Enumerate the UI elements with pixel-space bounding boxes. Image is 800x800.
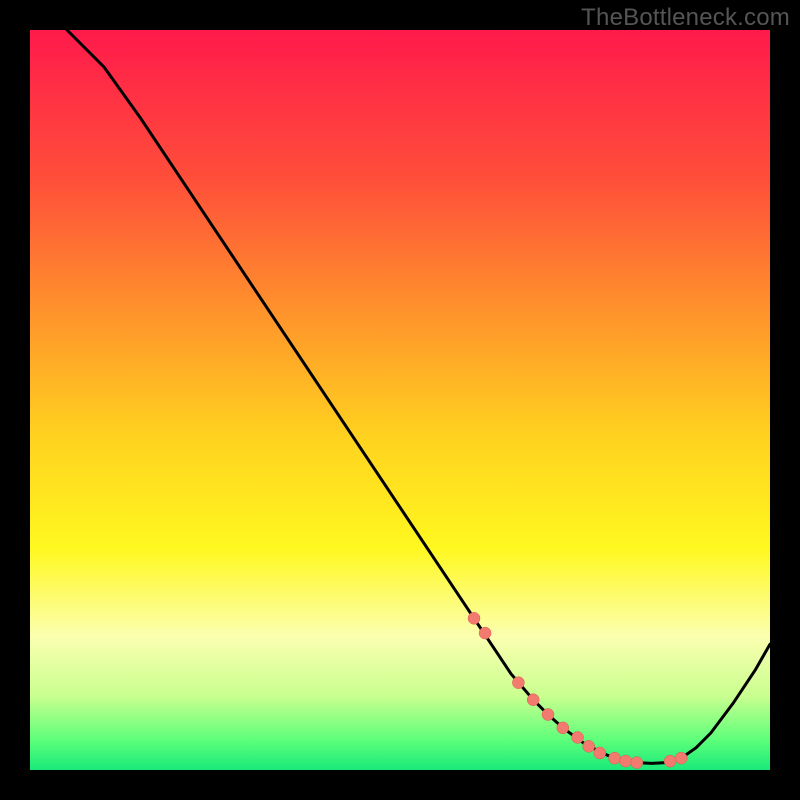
curve-marker [631, 757, 643, 769]
watermark-text: TheBottleneck.com [581, 4, 790, 32]
curve-marker [512, 677, 524, 689]
curve-marker [664, 755, 676, 767]
plot-area [30, 30, 770, 770]
chart-svg [30, 30, 770, 770]
curve-marker [594, 747, 606, 759]
curve-marker [572, 731, 584, 743]
curve-marker [542, 709, 554, 721]
curve-marker [620, 755, 632, 767]
chart-frame: TheBottleneck.com [0, 0, 800, 800]
curve-marker [583, 740, 595, 752]
gradient-background [30, 30, 770, 770]
curve-marker [527, 694, 539, 706]
curve-marker [468, 612, 480, 624]
curve-marker [479, 627, 491, 639]
curve-marker [609, 752, 621, 764]
curve-marker [675, 752, 687, 764]
curve-marker [557, 722, 569, 734]
